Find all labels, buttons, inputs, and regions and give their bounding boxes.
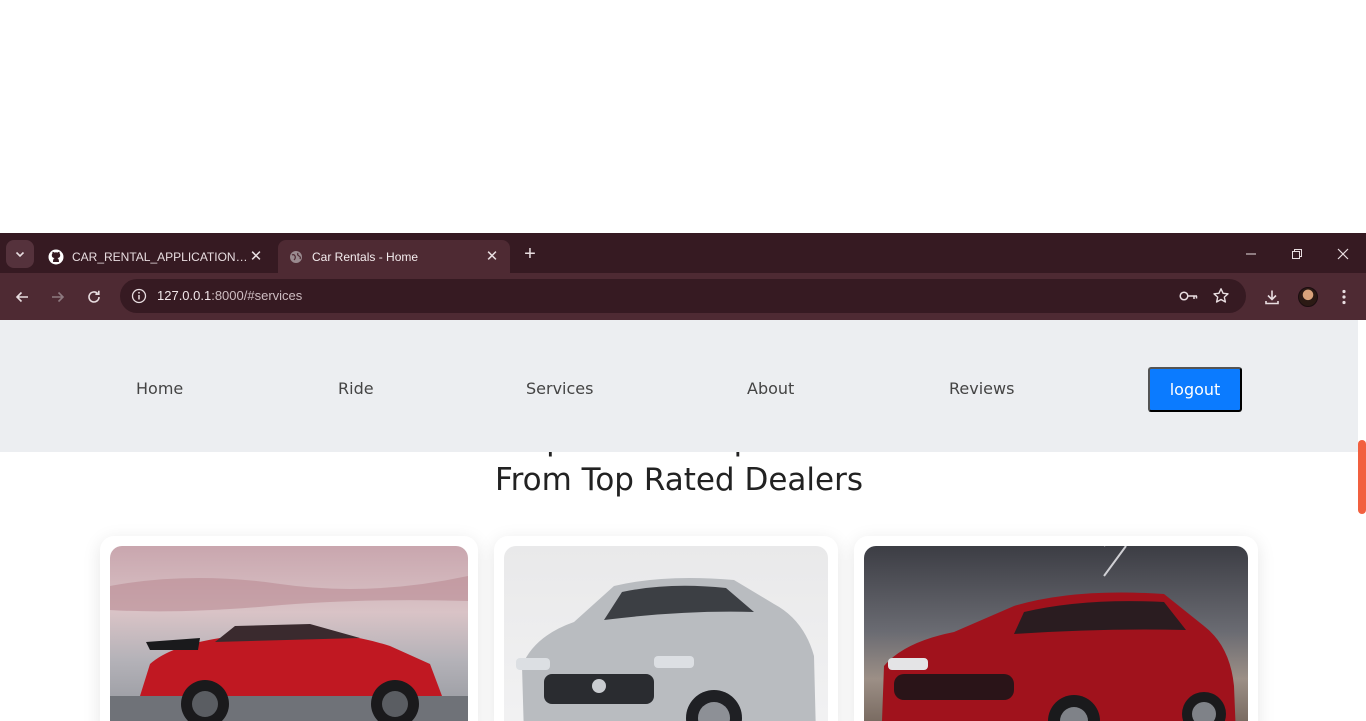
car-image [504,546,828,721]
car-card[interactable] [854,536,1258,721]
github-icon [48,249,64,265]
car-image [864,546,1248,721]
nav-link-about[interactable]: About [747,379,794,398]
bookmark-star-icon[interactable] [1210,285,1232,307]
scrollbar-thumb[interactable] [1358,440,1366,514]
tab-github[interactable]: CAR_RENTAL_APPLICATION/ppt ✕ [38,240,274,273]
url-path: :8000/#services [211,288,303,303]
tab-title: Car Rentals - Home [312,249,419,264]
car-image [110,546,468,721]
window-close-icon[interactable] [1320,240,1366,268]
tab-search-button[interactable] [6,240,34,268]
nav-link-ride[interactable]: Ride [338,379,374,398]
tab-title: CAR_RENTAL_APPLICATION/ppt [72,249,248,264]
avatar [1298,287,1318,307]
url-text: 127.0.0.1:8000/#services [157,288,302,303]
chevron-down-icon [15,251,25,258]
restore-icon[interactable] [1274,240,1320,268]
address-bar[interactable]: 127.0.0.1:8000/#services [120,279,1246,313]
new-tab-plus-icon[interactable]: + [518,243,542,267]
car-card[interactable] [494,536,838,721]
close-icon[interactable]: ✕ [484,248,500,265]
download-icon[interactable] [1258,283,1286,311]
forward-arrow-icon[interactable] [44,283,72,311]
heading-line-2: From Top Rated Dealers [495,462,863,498]
reload-icon[interactable] [80,283,108,311]
url-host: 127.0.0.1 [157,288,212,303]
nav-link-services[interactable]: Services [526,379,593,398]
page-viewport: Explore Our Top Deals From Top Rated Dea… [0,320,1366,721]
blank-area [0,0,1366,233]
car-card[interactable] [100,536,478,721]
nav-link-reviews[interactable]: Reviews [949,379,1014,398]
globe-icon [288,249,304,265]
logout-button[interactable]: logout [1148,367,1242,412]
site-navbar: Home Ride Services About Reviews logout [0,320,1358,452]
close-icon[interactable]: ✕ [248,248,264,265]
browser-toolbar: 127.0.0.1:8000/#services [0,273,1366,320]
site-info-icon[interactable] [128,285,150,307]
password-key-icon[interactable] [1178,285,1200,307]
back-arrow-icon[interactable] [8,283,36,311]
browser-tab-bar: CAR_RENTAL_APPLICATION/ppt ✕ Car Rentals… [0,233,1366,273]
menu-kebab-icon[interactable] [1330,283,1358,311]
page-scrollbar[interactable] [1358,320,1366,721]
tab-car-rentals[interactable]: Car Rentals - Home ✕ [278,240,510,273]
profile-avatar[interactable] [1294,283,1322,311]
nav-link-home[interactable]: Home [136,379,183,398]
minimize-icon[interactable] [1228,240,1274,268]
